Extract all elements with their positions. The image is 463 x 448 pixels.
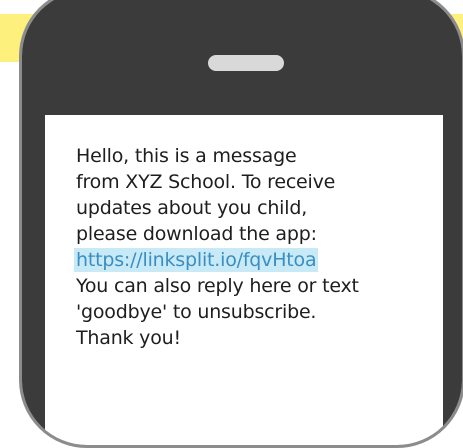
message-line: Hello, this is a message [76,145,297,167]
download-app-link[interactable]: https://linksplit.io/fqvHtoa [74,248,319,272]
message-line: please download the app: [76,223,317,245]
message-line: from XYZ School. To receive [76,171,336,193]
message-line: 'goodbye' to unsubscribe. [76,301,317,323]
message-line: You can also reply here or text [76,275,359,297]
sms-message: Hello, this is a message from XYZ School… [74,143,359,351]
message-line: updates about you child, [76,197,308,219]
phone-speaker-slot [208,55,284,71]
message-line: Thank you! [76,327,181,349]
